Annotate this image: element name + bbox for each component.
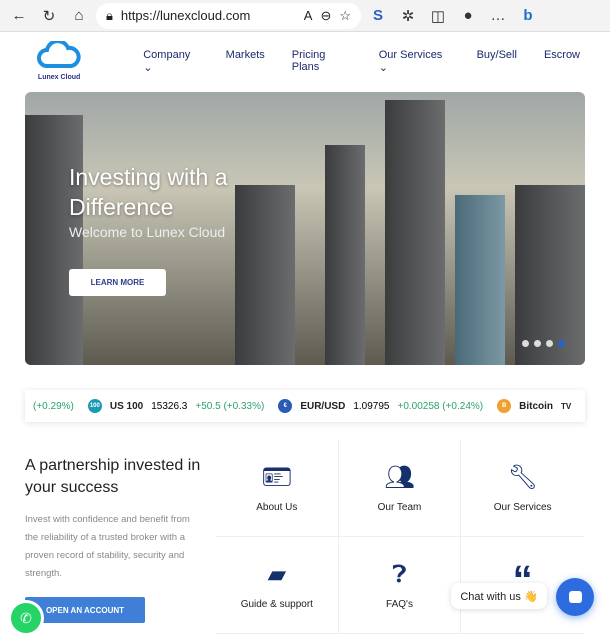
- whatsapp-icon: ✆: [20, 609, 32, 626]
- profile-icon[interactable]: ●: [455, 3, 481, 29]
- logo[interactable]: Lunex Cloud: [30, 39, 88, 81]
- favorite-icon[interactable]: ☆: [339, 8, 351, 24]
- read-aloud-icon[interactable]: A: [304, 8, 313, 23]
- learn-more-button[interactable]: LEARN MORE: [69, 269, 166, 296]
- home-icon[interactable]: ⌂: [66, 3, 92, 29]
- more-icon[interactable]: …: [485, 3, 511, 29]
- building: [455, 195, 505, 365]
- feature-guide-support[interactable]: ▰ Guide & support: [216, 537, 339, 634]
- slide-dot[interactable]: [522, 340, 529, 347]
- feature-label: FAQ's: [386, 598, 413, 610]
- users-icon: 👥︎: [384, 464, 415, 491]
- chat-prompt[interactable]: Chat with us 👋: [451, 583, 547, 609]
- intro-heading: A partnership invested in your success: [25, 457, 201, 496]
- lock-icon: 🔒︎: [106, 7, 113, 23]
- feature-about-us[interactable]: 🪪︎ About Us: [216, 440, 339, 537]
- eur-flag-icon: €: [278, 399, 293, 413]
- wrench-icon: 🔧︎: [507, 464, 538, 491]
- question-icon: ❓︎: [392, 560, 407, 588]
- back-icon[interactable]: ←: [6, 3, 32, 29]
- hero-subtitle: Welcome to Lunex Cloud: [69, 224, 226, 240]
- ticker-change: +0.00258 (+0.24%): [397, 400, 484, 412]
- bitcoin-icon: B: [497, 399, 512, 413]
- nav-company[interactable]: Company ⌄: [143, 49, 198, 74]
- nav-buy-sell[interactable]: Buy/Sell: [477, 49, 517, 74]
- feature-label: About Us: [256, 501, 298, 513]
- ticker-symbol[interactable]: US 100: [110, 401, 143, 412]
- nav-pricing-plans[interactable]: Pricing Plans: [292, 49, 352, 74]
- ticker-symbol[interactable]: EUR/USD: [300, 401, 345, 412]
- split-icon[interactable]: ◫: [425, 3, 451, 29]
- address-bar[interactable]: 🔒︎ https://lunexcloud.com A ⊖ ☆: [96, 2, 361, 29]
- chat-button[interactable]: [556, 578, 594, 616]
- ticker-price: 15326.3: [151, 400, 188, 412]
- feature-label: Guide & support: [240, 598, 313, 610]
- chat-icon: ▰: [267, 561, 287, 588]
- feature-our-team[interactable]: 👥︎ Our Team: [338, 440, 462, 537]
- slide-dot-active[interactable]: [558, 340, 565, 347]
- url-text: https://lunexcloud.com: [120, 8, 251, 23]
- slide-dot[interactable]: [534, 340, 541, 347]
- hero-slider: Investing with a Difference Welcome to L…: [25, 92, 585, 365]
- nav-escrow[interactable]: Escrow: [544, 49, 580, 74]
- ticker-change: +50.5 (+0.33%): [195, 400, 265, 412]
- logo-text: Lunex Cloud: [37, 74, 81, 81]
- extension-icon[interactable]: ✲: [395, 3, 421, 29]
- feature-faqs[interactable]: ❓︎ FAQ's: [338, 537, 462, 634]
- ticker-symbol[interactable]: Bitcoin: [519, 401, 553, 412]
- feature-label: Our Services: [493, 501, 552, 513]
- building: [515, 185, 585, 365]
- feature-label: Our Team: [377, 501, 422, 513]
- ticker-tape: (+0.29%) 100 US 100 15326.3 +50.5 (+0.33…: [25, 390, 585, 422]
- intro-section: A partnership invested in your success I…: [25, 455, 205, 623]
- ticker-price: 1.09795: [353, 400, 390, 412]
- bing-icon[interactable]: b: [515, 3, 541, 29]
- id-card-icon: 🪪︎: [261, 464, 293, 491]
- intro-text: Invest with confidence and benefit from …: [25, 514, 190, 579]
- tradingview-logo[interactable]: TV: [561, 402, 571, 411]
- slide-dot[interactable]: [546, 340, 553, 347]
- us100-icon: 100: [87, 399, 102, 413]
- refresh-icon[interactable]: ↻: [36, 3, 62, 29]
- nav-markets[interactable]: Markets: [226, 49, 265, 74]
- hero-title: Investing with a Difference: [69, 164, 228, 220]
- building: [385, 100, 445, 365]
- building: [25, 115, 83, 365]
- building: [325, 145, 365, 365]
- cloud-icon: [37, 39, 81, 68]
- whatsapp-button[interactable]: ✆: [8, 600, 44, 636]
- feature-our-services[interactable]: 🔧︎ Our Services: [461, 440, 584, 537]
- extension-s-icon[interactable]: S: [365, 3, 391, 29]
- nav-our-services[interactable]: Our Services ⌄: [379, 49, 450, 74]
- browser-toolbar: ← ↻ ⌂ 🔒︎ https://lunexcloud.com A ⊖ ☆ S …: [0, 0, 610, 32]
- site-nav: Lunex Cloud Company ⌄ Markets Pricing Pl…: [0, 32, 610, 90]
- ticker-change: (+0.29%): [33, 400, 74, 412]
- slider-dots: [522, 340, 565, 347]
- zoom-icon[interactable]: ⊖: [320, 8, 331, 24]
- chat-icon: [568, 591, 582, 603]
